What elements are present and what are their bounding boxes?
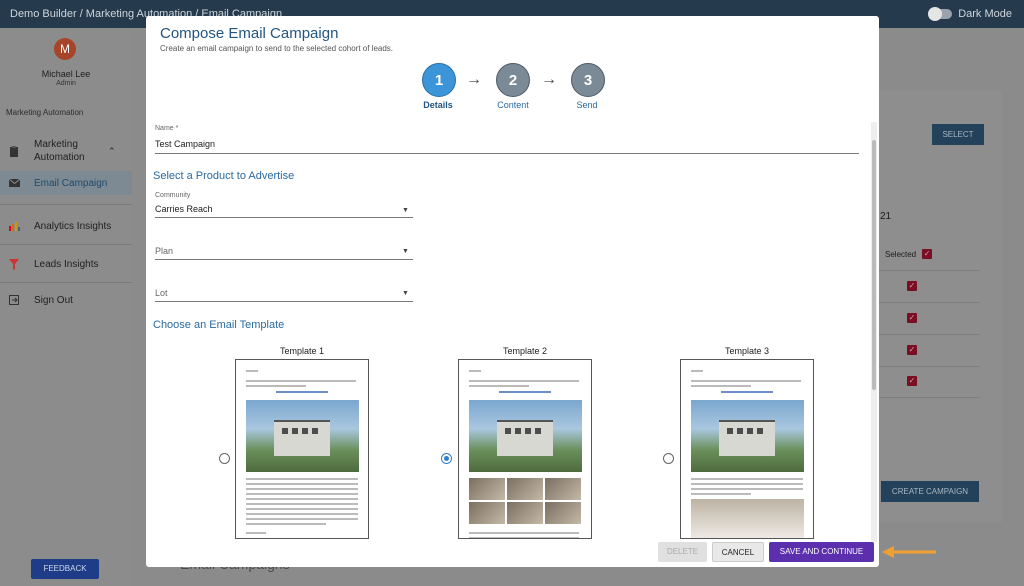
checkbox-checked-icon[interactable]: ✓ bbox=[922, 249, 933, 259]
template-1-radio[interactable] bbox=[219, 453, 230, 464]
save-and-continue-button[interactable]: SAVE AND CONTINUE bbox=[769, 542, 874, 562]
kitchen-photo bbox=[691, 499, 804, 538]
table-row-divider bbox=[862, 334, 980, 335]
toggle-switch-icon[interactable] bbox=[928, 7, 953, 21]
plan-underline bbox=[155, 259, 413, 260]
selected-column-header: Selected ✓ bbox=[885, 249, 933, 259]
template-2-radio[interactable] bbox=[441, 453, 452, 464]
name-field-label: Name * bbox=[155, 125, 179, 132]
sidebar-item-label: Email Campaign bbox=[34, 177, 108, 189]
name-field-underline bbox=[155, 153, 859, 154]
house-photo bbox=[691, 400, 804, 472]
interior-photo bbox=[545, 478, 581, 500]
template-section-heading: Choose an Email Template bbox=[153, 319, 285, 331]
sidebar-item-analytics-insights[interactable]: Analytics Insights bbox=[0, 218, 132, 234]
funnel-icon bbox=[8, 258, 20, 270]
arrow-right-icon: → bbox=[541, 71, 557, 88]
compose-email-campaign-dialog: Compose Email Campaign Create an email c… bbox=[146, 16, 879, 567]
sidebar-item-label: Analytics Insights bbox=[34, 220, 112, 232]
name-field[interactable]: Test Campaign bbox=[155, 139, 215, 149]
community-select[interactable]: Carries Reach bbox=[155, 204, 213, 214]
logout-icon bbox=[8, 294, 20, 306]
dialog-scrollbar[interactable] bbox=[871, 122, 877, 542]
row-checkbox[interactable]: ✓ bbox=[907, 281, 917, 291]
scrollbar-thumb[interactable] bbox=[872, 140, 876, 390]
dialog-subtitle: Create an email campaign to send to the … bbox=[160, 44, 394, 53]
step-2-label: Content bbox=[497, 100, 529, 110]
house-photo bbox=[246, 400, 359, 472]
template-3-title: Template 3 bbox=[724, 346, 770, 356]
template-3-preview[interactable] bbox=[680, 359, 814, 539]
community-underline bbox=[155, 217, 413, 218]
step-2-circle[interactable]: 2 bbox=[496, 63, 530, 97]
sidebar-item-label: Sign Out bbox=[34, 294, 73, 306]
interior-photo bbox=[507, 478, 543, 500]
table-row-divider bbox=[862, 270, 980, 271]
background-card bbox=[860, 90, 1002, 522]
clipboard-icon bbox=[8, 145, 20, 157]
lot-underline bbox=[155, 301, 413, 302]
sidebar-item-marketing-automation[interactable]: Marketing Automation ⌃ bbox=[0, 136, 132, 166]
interior-photo bbox=[469, 502, 505, 524]
product-section-heading: Select a Product to Advertise bbox=[153, 170, 295, 182]
step-1-circle[interactable]: 1 bbox=[422, 63, 456, 97]
background-number: 21 bbox=[880, 211, 892, 222]
template-1-preview[interactable] bbox=[235, 359, 369, 539]
dropdown-arrow-icon[interactable]: ▼ bbox=[402, 290, 409, 297]
user-name: Michael Lee bbox=[41, 69, 91, 79]
divider bbox=[0, 244, 132, 245]
section-label: Marketing Automation bbox=[6, 108, 84, 117]
sidebar-item-label: Leads Insights bbox=[34, 258, 99, 270]
table-row-divider bbox=[862, 302, 980, 303]
row-checkbox[interactable]: ✓ bbox=[907, 345, 917, 355]
selected-label: Selected bbox=[885, 249, 917, 259]
template-2-title: Template 2 bbox=[502, 346, 548, 356]
pointer-arrow-icon bbox=[882, 546, 936, 558]
dark-mode-toggle[interactable]: Dark Mode bbox=[928, 7, 1012, 21]
dialog-title: Compose Email Campaign bbox=[160, 25, 339, 42]
table-row-divider bbox=[862, 397, 980, 398]
chevron-up-icon[interactable]: ⌃ bbox=[108, 146, 116, 157]
feedback-button[interactable]: FEEDBACK bbox=[31, 559, 99, 579]
sidebar-item-email-campaign[interactable]: Email Campaign bbox=[0, 171, 132, 195]
delete-button[interactable]: DELETE bbox=[658, 542, 707, 562]
interior-photo bbox=[507, 502, 543, 524]
template-3-radio[interactable] bbox=[663, 453, 674, 464]
bar-chart-icon bbox=[8, 220, 20, 232]
community-field-label: Community bbox=[155, 192, 191, 199]
sidebar: M Michael Lee Admin Marketing Automation… bbox=[0, 28, 132, 586]
house-photo bbox=[469, 400, 582, 472]
select-button[interactable]: SELECT bbox=[932, 124, 984, 145]
create-campaign-button[interactable]: CREATE CAMPAIGN bbox=[881, 481, 979, 502]
sidebar-item-sign-out[interactable]: Sign Out bbox=[0, 292, 132, 308]
step-3-circle[interactable]: 3 bbox=[571, 63, 605, 97]
interior-photo bbox=[545, 502, 581, 524]
cancel-button[interactable]: CANCEL bbox=[712, 542, 764, 562]
divider bbox=[0, 204, 132, 205]
template-2-preview[interactable] bbox=[458, 359, 592, 539]
template-1-title: Template 1 bbox=[279, 346, 325, 356]
dropdown-arrow-icon[interactable]: ▼ bbox=[402, 207, 409, 214]
mail-icon bbox=[8, 177, 20, 189]
dropdown-arrow-icon[interactable]: ▼ bbox=[402, 248, 409, 255]
row-checkbox[interactable]: ✓ bbox=[907, 376, 917, 386]
avatar[interactable]: M bbox=[54, 38, 76, 60]
interior-photo bbox=[469, 478, 505, 500]
step-1-label: Details bbox=[423, 100, 453, 110]
sidebar-item-leads-insights[interactable]: Leads Insights bbox=[0, 256, 132, 272]
plan-select[interactable]: Plan bbox=[155, 246, 173, 256]
arrow-right-icon: → bbox=[466, 71, 482, 88]
user-role: Admin bbox=[56, 80, 76, 87]
lot-select[interactable]: Lot bbox=[155, 288, 168, 298]
dark-mode-label: Dark Mode bbox=[958, 8, 1012, 20]
step-3-label: Send bbox=[576, 100, 598, 110]
row-checkbox[interactable]: ✓ bbox=[907, 313, 917, 323]
table-row-divider bbox=[862, 366, 980, 367]
sidebar-item-label: Marketing Automation bbox=[34, 139, 85, 163]
divider bbox=[0, 282, 132, 283]
